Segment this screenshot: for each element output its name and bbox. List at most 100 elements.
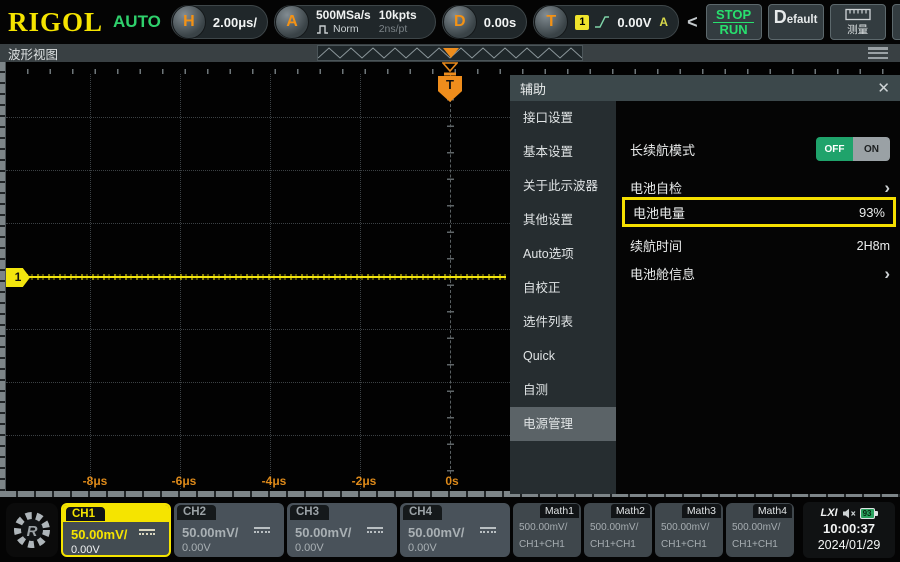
utility-panel-title: 辅助: [520, 79, 546, 98]
axis-label: -2μs: [352, 474, 377, 488]
channel1-trace: [26, 274, 506, 280]
gear-logo-icon: R: [11, 509, 53, 551]
dc-coupling-icon: [139, 529, 155, 535]
sidebar-item-other[interactable]: 其他设置: [510, 203, 616, 237]
trigger-flag[interactable]: T: [438, 76, 462, 102]
battery-compartment-row[interactable]: 电池舱信息 ›: [630, 264, 890, 283]
menu-icon[interactable]: [868, 47, 888, 59]
overview-waveform-icon: [318, 46, 582, 60]
math-expression: CH1+CH1: [661, 539, 707, 550]
rising-edge-icon: [593, 14, 611, 30]
default-button[interactable]: Default: [768, 4, 824, 40]
math-card-math2[interactable]: Math2 500.00mV/ CH1+CH1: [584, 503, 652, 557]
battery-self-check-label: 电池自检: [630, 178, 682, 197]
sidebar-item-self-test[interactable]: 自测: [510, 373, 616, 407]
trigger-group[interactable]: T 1 0.00V A: [533, 5, 679, 39]
dc-coupling-icon: [367, 527, 383, 533]
math-expression: CH1+CH1: [519, 539, 565, 550]
battery-level-label: 电池电量: [633, 203, 685, 222]
channel-scale: 50.00mV/: [295, 525, 351, 540]
math-tab: Math3: [682, 504, 721, 518]
channel-tab: CH2: [177, 505, 216, 520]
channel-card-ch3[interactable]: CH3 50.00mV/ 0.00V: [287, 503, 397, 557]
sample-rate-value: 500MSa/s: [316, 9, 371, 23]
dc-coupling-icon: [254, 527, 270, 533]
waveform-view-bar: 波形视图: [0, 44, 900, 62]
channel-tab: CH1: [65, 506, 106, 521]
battery-compartment-label: 电池舱信息: [630, 264, 695, 283]
channel-scale: 50.00mV/: [182, 525, 238, 540]
flex-knob-button[interactable]: 灵动旋钮: [892, 4, 900, 40]
trigger-mode-flag: A: [659, 15, 668, 29]
rigol-logo: RIGOL: [8, 7, 103, 38]
channel-card-ch1[interactable]: CH1 50.00mV/ 0.00V: [61, 503, 171, 557]
channel-tab: CH3: [290, 505, 329, 520]
acquire-knob-icon[interactable]: A: [275, 5, 309, 39]
sidebar-item-quick[interactable]: Quick: [510, 339, 616, 373]
battery-self-check-row[interactable]: 电池自检 ›: [630, 178, 890, 197]
gridline-vertical: [270, 74, 271, 489]
delay-group[interactable]: D 0.00s: [442, 5, 528, 39]
long-battery-mode-row: 长续航模式 OFF ON: [630, 137, 890, 161]
default-label-rest: efault: [787, 14, 818, 26]
channel-offset: 0.00V: [408, 542, 437, 554]
acquire-group[interactable]: A 500MSa/s Norm 10kpts 2ns/pt: [274, 5, 436, 39]
stop-run-button[interactable]: STOP RUN: [706, 4, 762, 40]
left-scale-bar: [0, 62, 6, 491]
battery-level-value: 93%: [859, 205, 885, 220]
gridline-vertical: [360, 74, 361, 489]
math-scale: 500.00mV/: [661, 522, 709, 533]
square-wave-icon: [316, 23, 330, 35]
measure-button[interactable]: 测量: [830, 4, 886, 40]
run-label: RUN: [719, 23, 747, 37]
sidebar-item-about[interactable]: 关于此示波器: [510, 169, 616, 203]
math-expression: CH1+CH1: [732, 539, 778, 550]
axis-label: 0s: [445, 474, 458, 488]
math-scale: 500.00mV/: [732, 522, 780, 533]
trigger-position-marker-icon[interactable]: [442, 62, 458, 76]
channel-offset: 0.00V: [71, 544, 100, 556]
close-icon[interactable]: ✕: [877, 79, 890, 97]
status-time: 10:00:37: [823, 520, 875, 538]
sidebar-item-basic[interactable]: 基本设置: [510, 135, 616, 169]
axis-label: -6μs: [172, 474, 197, 488]
horizontal-scale-value: 2.00μs/: [213, 15, 257, 30]
battery-level-row-highlighted[interactable]: 电池电量 93%: [622, 197, 896, 227]
math-tab: Math4: [753, 504, 792, 518]
math-card-math1[interactable]: Math1 500.00mV/ CH1+CH1: [513, 503, 581, 557]
center-axis-ticks: [447, 74, 454, 489]
sidebar-item-interface[interactable]: 接口设置: [510, 101, 616, 135]
lxi-logo: LXI: [820, 507, 837, 519]
horizontal-group[interactable]: H 2.00μs/: [171, 5, 268, 39]
utility-sidebar: 接口设置 基本设置 关于此示波器 其他设置 Auto选项 自校正 选件列表 Qu…: [510, 101, 616, 494]
trigger-knob-icon[interactable]: T: [534, 5, 568, 39]
sample-interval-value: 2ns/pt: [379, 23, 417, 35]
utility-panel: 辅助 ✕ 接口设置 基本设置 关于此示波器 其他设置 Auto选项 自校正 选件…: [510, 75, 900, 494]
status-clock-card[interactable]: LXI 93 10:00:37 2024/01/29: [803, 502, 895, 558]
default-label-initial: D: [774, 7, 787, 28]
sidebar-item-self-cal[interactable]: 自校正: [510, 271, 616, 305]
stop-label: STOP: [713, 8, 754, 23]
chevron-right-icon: ›: [884, 179, 890, 196]
sidebar-item-power-management[interactable]: 电源管理: [510, 407, 616, 441]
battery-runtime-row: 续航时间 2H8m: [630, 236, 890, 255]
channel-card-ch4[interactable]: CH4 50.00mV/ 0.00V: [400, 503, 510, 557]
utility-panel-header: 辅助 ✕: [510, 75, 900, 101]
sidebar-item-auto-config[interactable]: Auto选项: [510, 237, 616, 271]
toggle-off-label: OFF: [816, 137, 853, 161]
dc-coupling-icon: [480, 527, 496, 533]
rigol-gear-button[interactable]: R: [6, 503, 58, 557]
channel-card-ch2[interactable]: CH2 50.00mV/ 0.00V: [174, 503, 284, 557]
math-scale: 500.00mV/: [519, 522, 567, 533]
toolbar-prev-icon[interactable]: <: [685, 12, 700, 33]
battery-runtime-value: 2H8m: [857, 239, 890, 253]
long-battery-mode-toggle[interactable]: OFF ON: [816, 137, 890, 161]
waveform-overview-strip[interactable]: [317, 45, 583, 61]
horizontal-knob-icon[interactable]: H: [172, 5, 206, 39]
axis-label: -4μs: [262, 474, 287, 488]
sidebar-item-option-list[interactable]: 选件列表: [510, 305, 616, 339]
channel-offset: 0.00V: [182, 542, 211, 554]
math-card-math4[interactable]: Math4 500.00mV/ CH1+CH1: [726, 503, 794, 557]
delay-knob-icon[interactable]: D: [443, 5, 477, 39]
math-card-math3[interactable]: Math3 500.00mV/ CH1+CH1: [655, 503, 723, 557]
